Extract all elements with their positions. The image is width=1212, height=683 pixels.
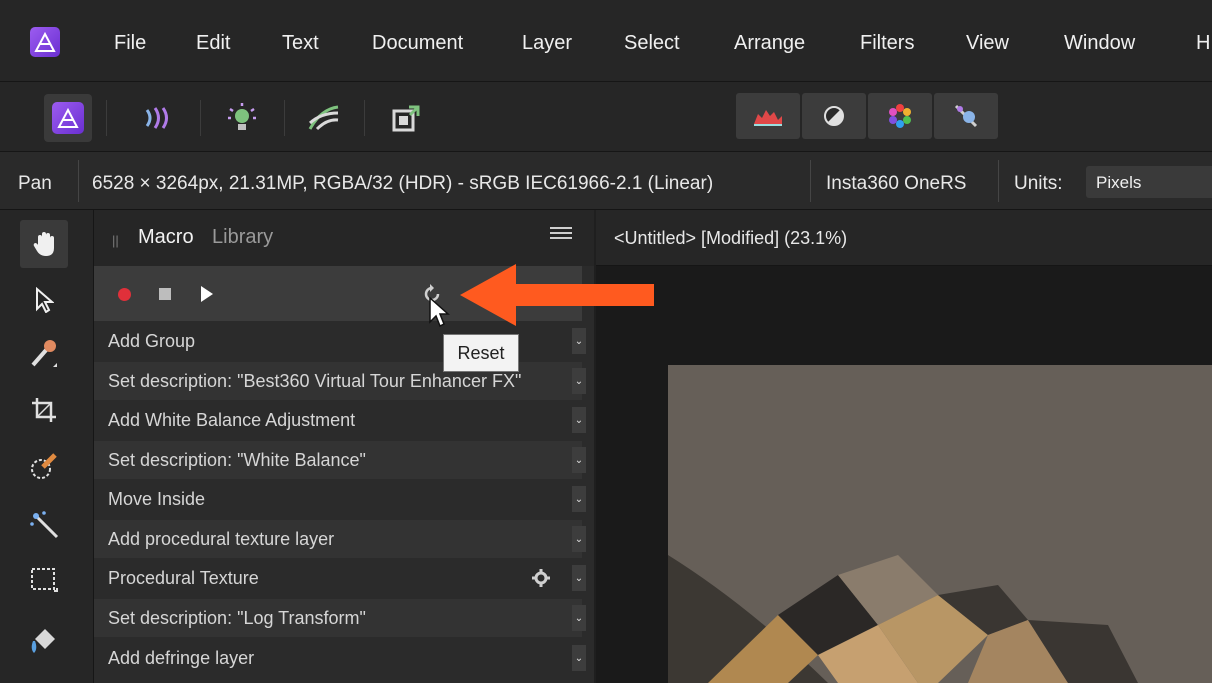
menu-edit[interactable]: Edit [196, 32, 230, 55]
flood-fill-tool-icon[interactable] [20, 618, 68, 666]
menu-layer[interactable]: Layer [522, 32, 572, 55]
marquee-tool-icon[interactable] [20, 556, 68, 604]
develop-persona-icon[interactable] [218, 94, 266, 142]
document-tab[interactable]: <Untitled> [Modified] (23.1%) [596, 210, 1212, 266]
color-wheel-icon[interactable] [868, 93, 932, 139]
document-title: <Untitled> [Modified] (23.1%) [614, 228, 848, 248]
tab-library[interactable]: Library [212, 226, 273, 249]
stop-button[interactable] [159, 288, 171, 300]
list-item[interactable]: Move Inside ⌄ [94, 480, 586, 518]
macro-step-label: Add White Balance Adjustment [108, 410, 356, 430]
list-item[interactable]: Set description: "Log Transform" ⌄ [94, 599, 586, 637]
menu-bar: File Edit Text Document Layer Select Arr… [0, 0, 1212, 82]
macro-step-label: Procedural Texture [108, 568, 259, 588]
document-area: <Untitled> [Modified] (23.1%) [596, 210, 1212, 683]
toolbar-separator [364, 100, 365, 136]
list-item[interactable]: Set description: "White Balance" ⌄ [94, 441, 586, 479]
selection-brush-tool-icon[interactable] [20, 442, 68, 490]
context-separator [810, 160, 811, 202]
menu-file[interactable]: File [114, 32, 146, 55]
crop-tool-icon[interactable] [20, 386, 68, 434]
color-picker-tool-icon[interactable] [20, 330, 68, 378]
tools-panel [0, 210, 94, 683]
affinity-photo-logo-icon[interactable] [30, 27, 60, 57]
tone-mapping-persona-icon[interactable] [300, 94, 348, 142]
toolbar-separator [200, 100, 201, 136]
macro-step-label: Set description: "White Balance" [108, 450, 366, 470]
document-info: 6528 × 3264px, 21.31MP, RGBA/32 (HDR) - … [92, 173, 714, 194]
menu-select[interactable]: Select [624, 32, 680, 55]
context-separator [78, 160, 79, 202]
panel-tab-bar: || Macro Library [94, 210, 594, 266]
liquify-persona-icon[interactable] [136, 94, 184, 142]
context-separator [998, 160, 999, 202]
chevron-down-icon[interactable]: ⌄ [572, 447, 586, 473]
hand-tool-icon[interactable] [20, 220, 68, 268]
menu-help[interactable]: H [1196, 32, 1210, 55]
mode-button-group [736, 93, 998, 139]
macro-step-label: Set description: "Log Transform" [108, 608, 366, 628]
units-value: Pixels [1096, 173, 1142, 192]
chevron-down-icon[interactable]: ⌄ [572, 407, 586, 433]
toolbar-separator [106, 100, 107, 136]
chevron-down-icon[interactable]: ⌄ [572, 565, 586, 591]
panel-menu-icon[interactable] [550, 224, 572, 246]
menu-window[interactable]: Window [1064, 32, 1135, 55]
macro-step-label: Add defringe layer [108, 648, 255, 668]
chevron-down-icon[interactable]: ⌄ [572, 645, 586, 671]
tab-macro[interactable]: Macro [138, 226, 194, 249]
camera-info: Insta360 OneRS [826, 173, 967, 194]
chevron-down-icon[interactable]: ⌄ [572, 328, 586, 354]
reset-tooltip: Reset [443, 334, 519, 372]
menu-document[interactable]: Document [372, 32, 463, 55]
units-select[interactable]: Pixels [1086, 166, 1212, 198]
chevron-down-icon[interactable]: ⌄ [572, 526, 586, 552]
mouse-cursor-icon [428, 296, 450, 328]
menu-view[interactable]: View [966, 32, 1009, 55]
panel-grip-handle[interactable]: || [112, 233, 119, 248]
list-item[interactable]: Add defringe layer ⌄ [94, 639, 586, 677]
list-item[interactable]: Procedural Texture ⌄ [94, 559, 586, 597]
macro-step-label: Set description: "Best360 Virtual Tour E… [108, 371, 522, 391]
menu-filters[interactable]: Filters [860, 32, 914, 55]
list-item[interactable]: Add White Balance Adjustment ⌄ [94, 401, 586, 439]
chevron-down-icon[interactable]: ⌄ [572, 368, 586, 394]
current-tool-label: Pan [18, 173, 52, 194]
annotation-arrow-icon [460, 262, 654, 328]
units-label: Units: [1014, 173, 1063, 194]
tone-map-icon[interactable] [802, 93, 866, 139]
list-item[interactable]: Add procedural texture layer ⌄ [94, 520, 586, 558]
move-tool-icon[interactable] [20, 276, 68, 324]
histogram-icon[interactable] [736, 93, 800, 139]
chevron-down-icon[interactable]: ⌄ [572, 486, 586, 512]
macro-step-label: Add Group [108, 331, 196, 351]
canvas-image[interactable] [668, 365, 1212, 683]
record-button[interactable] [118, 288, 131, 301]
play-button[interactable] [201, 286, 213, 302]
menu-arrange[interactable]: Arrange [734, 32, 805, 55]
photo-persona-icon[interactable] [44, 94, 92, 142]
macro-step-label: Move Inside [108, 489, 206, 509]
menu-text[interactable]: Text [282, 32, 319, 55]
export-persona-icon[interactable] [382, 94, 430, 142]
toolbar-separator [284, 100, 285, 136]
chevron-down-icon[interactable]: ⌄ [572, 605, 586, 631]
macro-step-label: Add procedural texture layer [108, 529, 335, 549]
hdr-merge-icon[interactable] [934, 93, 998, 139]
magic-wand-tool-icon[interactable] [20, 500, 68, 548]
gear-icon[interactable] [532, 569, 550, 587]
